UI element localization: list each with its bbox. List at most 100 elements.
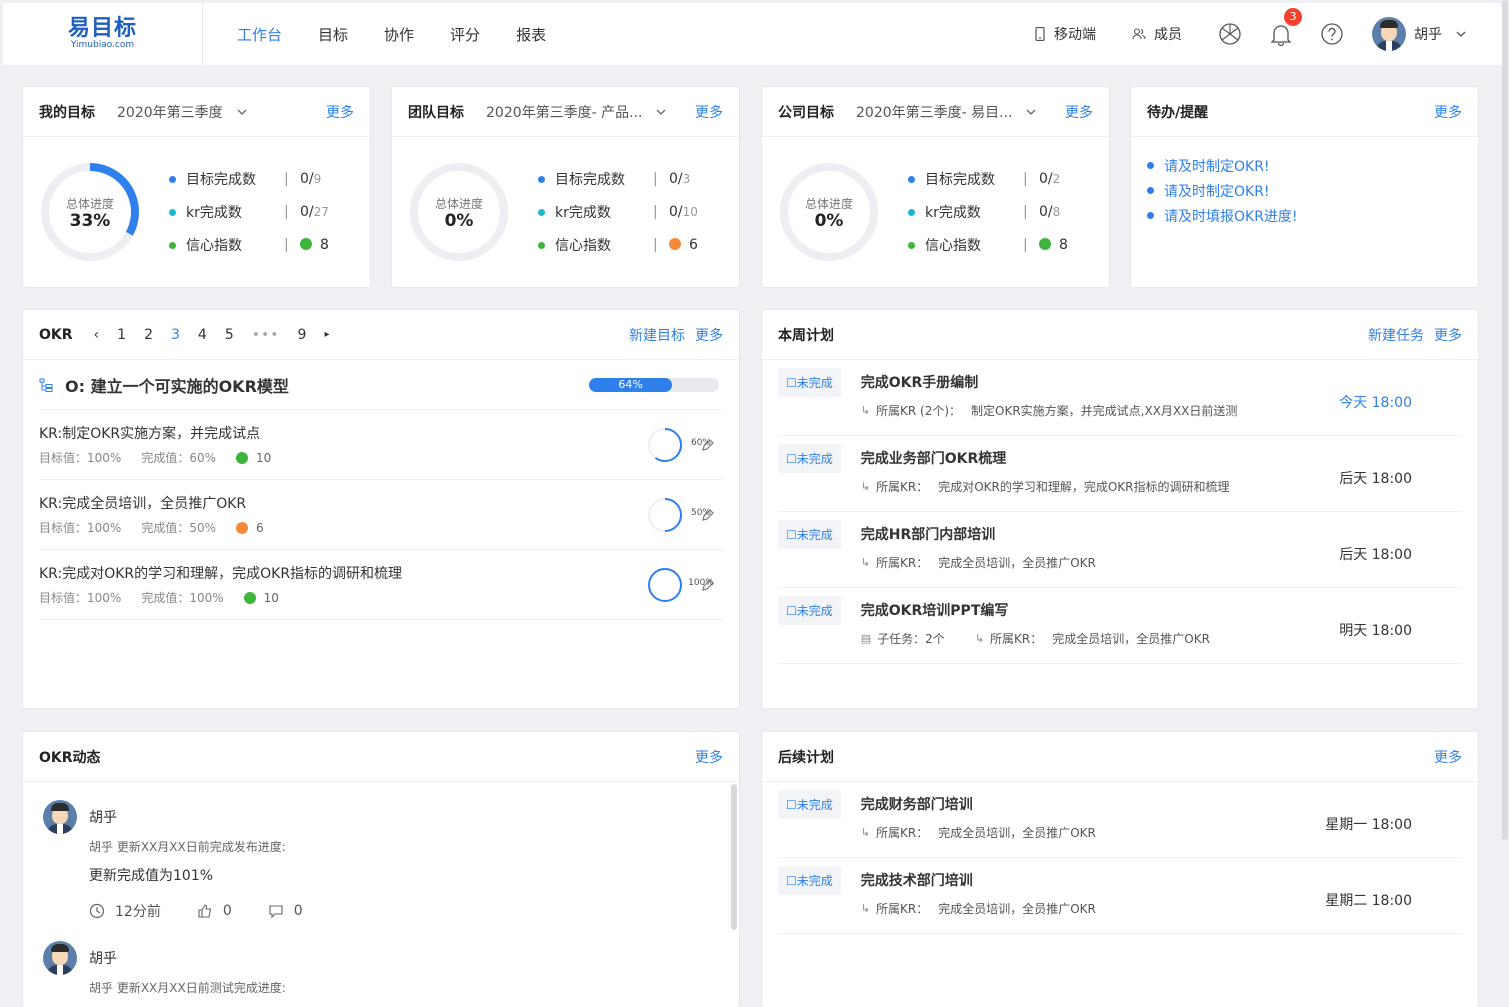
nav-scoring[interactable]: 评分 [432,24,498,45]
more-link[interactable]: 更多 [326,102,354,122]
kr-row[interactable]: KR:制定OKR实施方案，并完成试点 目标值：100% 完成值：60% 10 6… [39,410,723,480]
status-badge[interactable]: ☐未完成 [778,368,841,397]
card-header: 团队目标 2020年第三季度- 产品... 更多 [392,87,739,137]
like-button[interactable]: 0 [197,903,232,919]
task-row[interactable]: ☐未完成 完成OKR手册编制 ↳ 所属KR (2个)： 制定OKR实施方案，并完成试… [778,360,1462,436]
link-icon: ↳ [974,632,985,645]
task-title: 完成OKR培训PPT编写 [860,603,1009,619]
page-4[interactable]: 4 [198,327,207,343]
avatar[interactable] [43,800,77,834]
feed-scrollbar[interactable] [731,784,737,930]
more-link[interactable]: 更多 [1434,102,1462,122]
chevron-down-icon [657,109,666,115]
next-page-icon[interactable]: ▸ [324,329,329,340]
feed-user[interactable]: 胡乎 [89,948,117,968]
objective-row[interactable]: O: 建立一个可实施的OKR模型 64% [39,360,723,410]
card-title: 待办/提醒 [1147,104,1209,121]
feed-desc: 胡乎 更新XX月XX日前完成发布进度: [89,840,286,854]
comment-icon [269,905,283,919]
task-row[interactable]: ☐未完成 完成HR部门内部培训 ↳ 所属KR： 完成全员培训，全员推广OKR 后天 … [778,512,1462,588]
page-1[interactable]: 1 [117,327,126,343]
card-title: 公司目标 [778,104,834,121]
task-row[interactable]: ☐未完成 完成业务部门OKR梳理 ↳ 所属KR： 完成对OKR的学习和理解，完成OK… [778,436,1462,512]
feed-user[interactable]: 胡乎 [89,807,117,827]
more-link[interactable]: 更多 [695,747,723,767]
aperture-icon [1219,23,1241,45]
kr-row[interactable]: KR:完成全员培训，全员推广OKR 目标值：100% 完成值：50% 6 50% [39,480,723,550]
page-5[interactable]: 5 [225,327,234,343]
task-time: 今天 18:00 [1339,394,1412,411]
task-row[interactable]: ☐未完成 完成财务部门培训 ↳ 所属KR： 完成全员培训，全员推广OKR 星期一 1… [778,782,1462,858]
top-bar: 易目标 Yimubiao.com 工作台 目标 协作 评分 报表 移动端 成员 … [3,3,1506,65]
kr-score: 10 [263,590,279,605]
page-9[interactable]: 9 [298,327,307,343]
objective-progress-bar: 64% [589,377,719,392]
more-link[interactable]: 更多 [695,325,723,345]
new-goal-link[interactable]: 新建目标 [629,325,685,345]
task-kr: 完成全员培训，全员推广OKR [938,556,1096,570]
card-header: OKR ‹ 1 2 3 4 5 ••• 9 ▸ 新建目标 更多 [23,310,739,360]
avatar[interactable] [43,941,77,975]
progress-fill: 64% [589,377,673,392]
nav-reports[interactable]: 报表 [498,24,564,45]
card-header: 公司目标 2020年第三季度- 易目... 更多 [762,87,1109,137]
feed-time: 12分前 [89,901,161,921]
chevron-down-icon [1027,109,1036,115]
mobile-link[interactable]: 移动端 [1034,24,1096,44]
status-badge[interactable]: ☐未完成 [778,866,841,895]
prev-page-icon[interactable]: ‹ [94,327,100,343]
week-plan-card: 本周计划 新建任务 更多 ☐未完成 完成OKR手册编制 ↳ 所属KR (2个)：制… [761,309,1479,709]
kr-target: 目标值：100% [39,451,122,465]
progress-ring: 总体进度 0% [778,161,880,263]
task-row[interactable]: ☐未完成 完成技术部门培训 ↳ 所属KR： 完成全员培训，全员推广OKR 星期二 1… [778,858,1462,934]
kr-row[interactable]: KR:完成对OKR的学习和理解，完成OKR指标的调研和梳理 目标值：100% 完… [39,550,723,620]
status-badge[interactable]: ☐未完成 [778,596,841,625]
kr-done: 完成值：60% [141,451,216,465]
chevron-down-icon [237,109,247,115]
objective-title: O: 建立一个可实施的OKR模型 [65,376,289,396]
stat-row: 信心指数 | 8 [908,229,1068,262]
period-select[interactable]: 2020年第三季度- 产品... [486,102,666,122]
thumbs-up-icon [198,904,211,918]
page-ellipsis[interactable]: ••• [252,327,280,343]
more-link[interactable]: 更多 [1434,325,1462,345]
notification-button[interactable]: 3 [1270,8,1302,46]
logo[interactable]: 易目标 Yimubiao.com [3,3,203,65]
user-menu[interactable]: 胡乎 [1372,17,1466,51]
todo-item[interactable]: 请及时填报OKR进度! [1147,203,1462,228]
help-button[interactable] [1320,22,1344,46]
smile-icon [243,591,256,604]
nav-goals[interactable]: 目标 [300,24,366,45]
page-3[interactable]: 3 [171,327,180,343]
task-title: 完成技术部门培训 [860,873,973,889]
pagination: ‹ 1 2 3 4 5 ••• 9 ▸ [85,327,339,343]
logo-subtext: Yimubiao.com [70,40,135,50]
kr-target: 目标值：100% [39,521,122,535]
more-link[interactable]: 更多 [1065,102,1093,122]
status-badge[interactable]: ☐未完成 [778,790,841,819]
more-link[interactable]: 更多 [1434,747,1462,767]
new-task-link[interactable]: 新建任务 [1368,325,1424,345]
status-badge[interactable]: ☐未完成 [778,444,841,473]
todo-item[interactable]: 请及时制定OKR! [1147,178,1462,203]
todo-item[interactable]: 请及时制定OKR! [1147,153,1462,178]
clock-icon [89,903,105,919]
more-link[interactable]: 更多 [695,102,723,122]
nav-collaboration[interactable]: 协作 [366,24,432,45]
kr-title: KR:完成对OKR的学习和理解，完成OKR指标的调研和梳理 [39,566,403,582]
status-badge[interactable]: ☐未完成 [778,520,841,549]
task-row[interactable]: ☐未完成 完成OKR培训PPT编写 ▤ 子任务：2个 ↳ 所属KR： 完成全员培训，全员… [778,588,1462,664]
phone-icon [1035,27,1045,41]
page-scrollbar[interactable] [1502,0,1508,840]
stat-row: 目标完成数 | 0/9 [169,163,329,196]
comment-button[interactable]: 0 [268,903,303,919]
card-title: OKR动态 [39,749,101,766]
aperture-button[interactable] [1218,22,1242,46]
logo-text: 易目标 [67,16,137,41]
nav-workbench[interactable]: 工作台 [219,24,300,45]
period-select[interactable]: 2020年第三季度 [117,102,247,122]
members-link[interactable]: 成员 [1132,24,1182,44]
period-select[interactable]: 2020年第三季度- 易目... [856,102,1036,122]
page-2[interactable]: 2 [144,327,153,343]
bell-icon [1270,25,1292,46]
